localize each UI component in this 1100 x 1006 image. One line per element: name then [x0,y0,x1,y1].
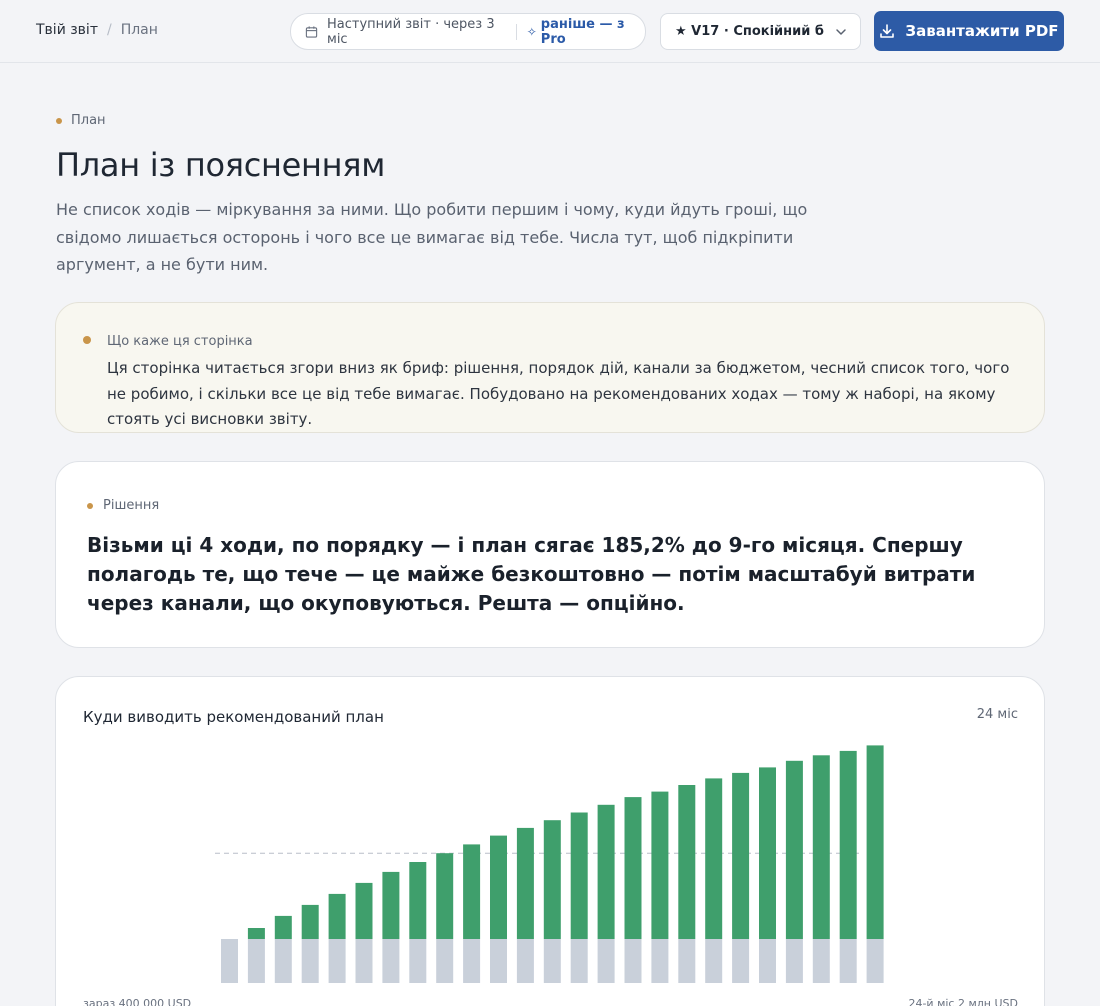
bar-baseline [597,939,615,983]
bar-baseline [678,939,696,983]
version-select[interactable]: ★ V17 · Спокійний бриф [660,13,861,50]
bar-baseline [247,939,265,983]
bar-baseline [705,939,723,983]
bar-baseline [463,939,481,983]
decision-dot [87,502,93,509]
bar-growth [651,791,669,939]
eyebrow-dot [56,117,62,124]
chart-title: Куди виводить рекомендований план [83,708,384,726]
breadcrumb-root[interactable]: Твій звіт [36,22,98,38]
axis-end-label: 24-й міс 2 млн USD [908,997,1018,1006]
bar-baseline [328,939,346,983]
bar-baseline [785,939,803,983]
bar-growth [436,853,454,939]
breadcrumb: Твій звіт / План [36,22,158,38]
bar-growth [678,785,696,939]
bar-growth [247,928,265,939]
bar-baseline [409,939,427,983]
eyebrow-label: План [71,113,106,128]
bar-growth [705,778,723,939]
next-report-pill: Наступний звіт · через 3 міс ✧ раніше — … [290,13,646,50]
bar-baseline [543,939,561,983]
bar-growth [490,835,507,939]
bar-growth [274,915,292,939]
plan-chart-card: Куди виводить рекомендований план 24 міс… [55,676,1045,1006]
page-title: План із поясненням [56,146,386,184]
calendar-icon [305,25,318,38]
bar-baseline [516,939,534,983]
bar-growth [839,750,857,939]
decision-body: Візьми ці 4 ходи, по порядку — і план ся… [87,533,976,615]
bar-growth [516,827,534,939]
next-report-text: Наступний звіт · через 3 міс [327,16,495,47]
note-dot [83,336,91,344]
bar-baseline [490,939,507,983]
bar-growth [866,745,884,939]
bar-growth [328,893,346,939]
sparkle-icon: ✧ [526,24,537,39]
breadcrumb-separator: / [106,22,112,38]
version-select-label: ★ V17 · Спокійний бриф [675,24,825,39]
decision-card: Рішення Візьми ці 4 ходи, по порядку — і… [55,461,1045,648]
note-label-text: Що каже ця сторінка [107,334,253,349]
bar-baseline [355,939,373,983]
bar-baseline [732,939,750,983]
download-icon [880,24,895,38]
pro-link-label: раніше — з Pro [540,16,625,47]
bar-baseline [382,939,400,983]
intro-text: Не список ходів — міркування за ними. Що… [56,200,808,274]
bar-growth [570,812,588,939]
section-eyebrow: План [56,113,106,128]
bar-growth [382,871,400,939]
breadcrumb-current: План [120,22,158,38]
bar-growth [624,797,642,939]
bar-growth [301,904,319,939]
bar-baseline [759,939,776,983]
bar-baseline [651,939,669,983]
top-bar: Твій звіт / План Наступний звіт · через … [0,0,1100,63]
bar-growth [759,767,776,939]
pro-upgrade-link[interactable]: ✧ раніше — з Pro [527,17,645,47]
chevron-down-icon [836,29,846,35]
bar-growth [597,804,615,939]
bar-growth [543,820,561,939]
bar-growth [785,760,803,939]
plan-chart [215,745,884,983]
note-body: Ця сторінка читається згори вниз як бриф… [107,359,1010,428]
page-note-card: Що каже ця сторінка Ця сторінка читаєтьс… [55,302,1045,433]
note-label: Що каже ця сторінка [83,334,253,349]
bar-growth [812,755,830,939]
bar-baseline [866,939,884,983]
bar-growth [732,772,750,939]
decision-label: Рішення [87,498,159,513]
pill-divider [515,23,517,40]
bar-baseline [436,939,454,983]
bar-baseline [274,939,292,983]
bar-growth [355,882,373,939]
decision-label-text: Рішення [103,498,160,513]
bar-baseline [839,939,857,983]
bar-baseline [221,939,238,983]
axis-start-label: зараз 400 000 USD [83,997,192,1006]
bar-baseline [812,939,830,983]
chart-range: 24 міс [976,707,1018,722]
download-pdf-label: Завантажити PDF [905,22,1059,40]
bar-baseline [301,939,319,983]
bar-growth [409,862,427,939]
download-pdf-button[interactable]: Завантажити PDF [874,11,1064,51]
bar-baseline [570,939,588,983]
bar-baseline [624,939,642,983]
bar-growth [463,844,481,939]
